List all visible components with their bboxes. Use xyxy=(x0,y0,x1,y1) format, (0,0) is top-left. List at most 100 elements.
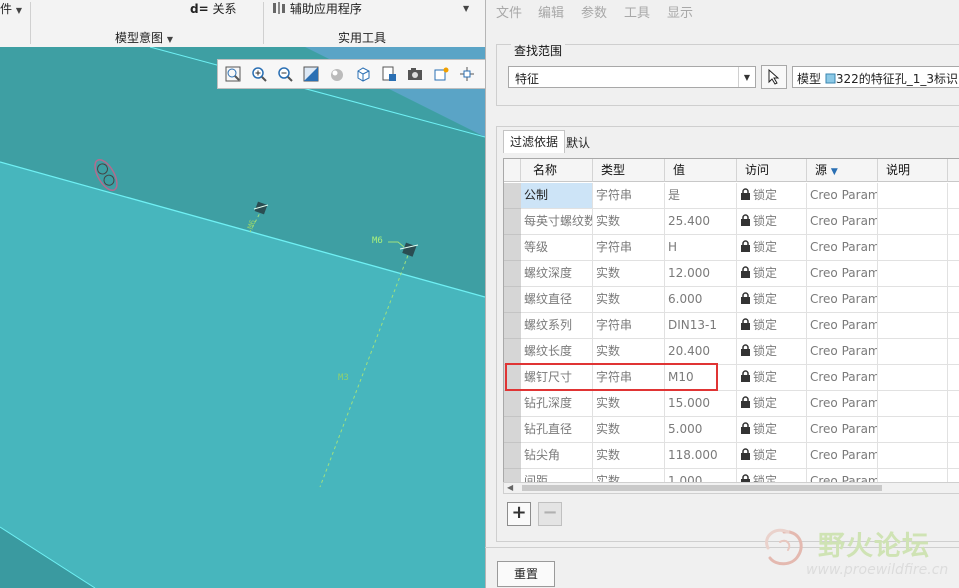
cell-value[interactable]: 15.000 xyxy=(665,391,737,417)
cell-value[interactable]: DIN13-1 xyxy=(665,313,737,339)
cell-description[interactable] xyxy=(878,209,948,235)
cell-type[interactable]: 实数 xyxy=(593,209,665,235)
filter-by-tab[interactable]: 过滤依据 xyxy=(503,130,566,153)
row-header[interactable] xyxy=(504,417,521,443)
cell-type[interactable]: 字符串 xyxy=(593,235,665,261)
cell-type[interactable]: 字符串 xyxy=(593,183,665,209)
cell-name[interactable]: 螺纹长度 xyxy=(521,339,593,365)
scroll-left-icon[interactable]: ◀ xyxy=(507,483,513,492)
annotation-display-icon[interactable] xyxy=(430,63,452,85)
cell-extra[interactable] xyxy=(948,287,959,313)
row-header[interactable] xyxy=(504,235,521,261)
cell-value[interactable]: 25.400 xyxy=(665,209,737,235)
model-viewport[interactable]: M6 M6 M3 xyxy=(0,47,485,588)
scrollbar-thumb[interactable] xyxy=(522,485,882,491)
horizontal-scrollbar[interactable]: ◀ xyxy=(503,482,959,494)
cell-type[interactable]: 实数 xyxy=(593,443,665,469)
cell-type[interactable]: 字符串 xyxy=(593,313,665,339)
cell-source[interactable]: Creo Param xyxy=(807,365,878,391)
cell-access[interactable]: 锁定 xyxy=(737,339,807,365)
cell-source[interactable]: Creo Param xyxy=(807,183,878,209)
cell-description[interactable] xyxy=(878,339,948,365)
menu-edit[interactable]: 编辑 xyxy=(538,2,564,21)
cell-name[interactable]: 螺纹深度 xyxy=(521,261,593,287)
row-header[interactable] xyxy=(504,365,521,391)
cell-name[interactable]: 钻孔直径 xyxy=(521,417,593,443)
reset-button[interactable]: 重置 xyxy=(497,561,555,587)
filter-value[interactable]: 默认 xyxy=(566,134,590,151)
cell-value[interactable]: 5.000 xyxy=(665,417,737,443)
row-header[interactable] xyxy=(504,183,521,209)
spin-center-icon[interactable] xyxy=(456,63,478,85)
cell-type[interactable]: 实数 xyxy=(593,287,665,313)
row-header[interactable] xyxy=(504,209,521,235)
cell-extra[interactable] xyxy=(948,183,959,209)
cell-extra[interactable] xyxy=(948,365,959,391)
cell-access[interactable]: 锁定 xyxy=(737,391,807,417)
row-header[interactable] xyxy=(504,391,521,417)
ribbon-partial-label[interactable]: 件 ▼ xyxy=(0,0,22,17)
cell-value[interactable]: 20.400 xyxy=(665,339,737,365)
cell-type[interactable]: 实数 xyxy=(593,417,665,443)
cell-name[interactable]: 钻孔深度 xyxy=(521,391,593,417)
cell-access[interactable]: 锁定 xyxy=(737,287,807,313)
display-style-icon[interactable] xyxy=(326,63,348,85)
remove-parameter-button[interactable]: − xyxy=(538,502,562,526)
cell-name[interactable]: 等级 xyxy=(521,235,593,261)
cell-source[interactable]: Creo Param xyxy=(807,417,878,443)
cell-value[interactable]: 是 xyxy=(665,183,737,209)
row-header[interactable] xyxy=(504,313,521,339)
chevron-down-icon[interactable]: ▼ xyxy=(738,67,755,87)
row-header[interactable] xyxy=(504,261,521,287)
cell-name[interactable]: 螺纹系列 xyxy=(521,313,593,339)
cell-source[interactable]: Creo Param xyxy=(807,443,878,469)
add-parameter-button[interactable]: + xyxy=(507,502,531,526)
cell-extra[interactable] xyxy=(948,209,959,235)
perspective-view-icon[interactable] xyxy=(404,63,426,85)
cell-description[interactable] xyxy=(878,235,948,261)
cell-description[interactable] xyxy=(878,287,948,313)
column-header-access[interactable]: 访问 xyxy=(737,159,807,182)
cell-source[interactable]: Creo Param xyxy=(807,209,878,235)
cell-value[interactable]: H xyxy=(665,235,737,261)
group-model-intent[interactable]: 模型意图 ▼ xyxy=(115,29,173,46)
column-header-source[interactable]: 源 ▼ xyxy=(807,159,878,182)
model-scene[interactable] xyxy=(0,47,485,588)
cell-access[interactable]: 锁定 xyxy=(737,261,807,287)
cell-description[interactable] xyxy=(878,391,948,417)
cell-access[interactable]: 锁定 xyxy=(737,313,807,339)
zoom-out-icon[interactable] xyxy=(274,63,296,85)
cell-access[interactable]: 锁定 xyxy=(737,209,807,235)
cell-name[interactable]: 钻尖角 xyxy=(521,443,593,469)
cell-source[interactable]: Creo Param xyxy=(807,235,878,261)
relations-button[interactable]: d= 关系 xyxy=(190,0,237,17)
cell-extra[interactable] xyxy=(948,261,959,287)
cell-extra[interactable] xyxy=(948,339,959,365)
cell-value[interactable]: 118.000 xyxy=(665,443,737,469)
cell-extra[interactable] xyxy=(948,417,959,443)
cell-type[interactable]: 实数 xyxy=(593,261,665,287)
cell-type[interactable]: 字符串 xyxy=(593,365,665,391)
repaint-icon[interactable] xyxy=(300,63,322,85)
saved-views-icon[interactable] xyxy=(352,63,374,85)
cell-extra[interactable] xyxy=(948,391,959,417)
cell-extra[interactable] xyxy=(948,313,959,339)
cell-access[interactable]: 锁定 xyxy=(737,235,807,261)
cell-description[interactable] xyxy=(878,365,948,391)
cell-access[interactable]: 锁定 xyxy=(737,365,807,391)
model-reference-field[interactable]: 模型 322的特征孔_1_3标识 xyxy=(792,66,959,88)
cell-name[interactable]: 公制 xyxy=(521,183,593,209)
column-header-value[interactable]: 值 xyxy=(665,159,737,182)
cell-description[interactable] xyxy=(878,313,948,339)
row-header[interactable] xyxy=(504,339,521,365)
cell-description[interactable] xyxy=(878,261,948,287)
cell-access[interactable]: 锁定 xyxy=(737,183,807,209)
cell-access[interactable]: 锁定 xyxy=(737,417,807,443)
cell-description[interactable] xyxy=(878,183,948,209)
row-header[interactable] xyxy=(504,443,521,469)
cell-name[interactable]: 螺纹直径 xyxy=(521,287,593,313)
cell-description[interactable] xyxy=(878,443,948,469)
cell-value[interactable]: 12.000 xyxy=(665,261,737,287)
menu-tools[interactable]: 工具 xyxy=(624,2,650,21)
cell-extra[interactable] xyxy=(948,235,959,261)
